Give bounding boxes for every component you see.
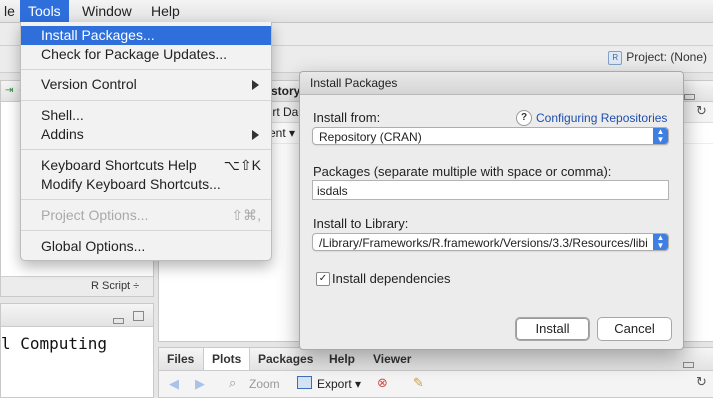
editor-status-bar: R Script ÷ (1, 276, 153, 296)
configuring-repositories-link[interactable]: Configuring Repositories (536, 111, 667, 125)
env-minimize-icon[interactable] (684, 88, 697, 103)
menu-help[interactable]: Help (143, 0, 188, 22)
run-arrow-icon[interactable]: ⇥ (5, 85, 13, 96)
shortcut-label: ⌥⇧K (223, 157, 261, 173)
tab-files[interactable]: Files (159, 348, 202, 370)
files-minimize-icon[interactable] (683, 356, 696, 371)
install-packages-dialog: Install Packages Install from: ? Configu… (299, 71, 684, 350)
menu-separator (21, 100, 271, 101)
zoom-button[interactable]: Zoom (249, 377, 280, 391)
project-label: Project: (None) (626, 50, 707, 64)
packages-label: Packages (separate multiple with space o… (313, 164, 612, 179)
menu-item-addins[interactable]: Addins (21, 125, 271, 144)
console-pane-header (1, 304, 153, 327)
menu-item-modify-shortcuts[interactable]: Modify Keyboard Shortcuts... (21, 175, 271, 194)
clear-plots-icon[interactable]: ✎ (413, 375, 424, 391)
menu-separator (21, 69, 271, 70)
tools-menu: Install Packages... Check for Package Up… (20, 22, 272, 261)
forward-arrow-icon[interactable]: ▶ (195, 376, 205, 392)
console-output: l Computing (1, 334, 107, 353)
zoom-icon[interactable]: ⌕ (229, 375, 236, 391)
install-button[interactable]: Install (515, 317, 590, 341)
files-pane-header: Files Plots Packages Help Viewer (159, 348, 713, 371)
submenu-arrow-icon (252, 80, 259, 90)
back-arrow-icon[interactable]: ◀ (169, 376, 179, 392)
menu-item-version-control[interactable]: Version Control (21, 75, 271, 94)
chevron-updown-icon: ▲ ▼ (653, 128, 668, 144)
menu-item-shell[interactable]: Shell... (21, 106, 271, 125)
install-dependencies-label: Install dependencies (332, 271, 451, 286)
library-value: /Library/Frameworks/R.framework/Versions… (319, 236, 648, 250)
install-from-value: Repository (CRAN) (319, 130, 422, 144)
menu-separator (21, 199, 271, 200)
tab-viewer[interactable]: Viewer (365, 348, 419, 370)
cancel-button[interactable]: Cancel (597, 317, 672, 341)
tab-history[interactable]: story (271, 84, 300, 98)
tab-help[interactable]: Help (321, 348, 363, 370)
packages-input[interactable]: isdals (312, 180, 669, 200)
console-pane: l Computing (0, 303, 154, 398)
project-menu[interactable]: R Project: (None) (608, 50, 707, 65)
menubar: le Tools Window Help (0, 0, 713, 23)
submenu-arrow-icon (252, 130, 259, 140)
install-from-select[interactable]: Repository (CRAN) ▲ ▼ (312, 127, 669, 145)
project-icon: R (608, 50, 623, 65)
plots-toolbar: ◀ ▶ ⌕ Zoom Export ▾ ⊗ ✎ ↻ (159, 371, 713, 397)
plots-refresh-icon[interactable]: ↻ (696, 374, 707, 390)
dialog-title: Install Packages (310, 76, 398, 90)
menu-separator (21, 230, 271, 231)
export-menu[interactable]: Export ▾ (317, 377, 361, 391)
library-select[interactable]: /Library/Frameworks/R.framework/Versions… (312, 233, 669, 251)
console-minimize-icon[interactable] (113, 312, 126, 327)
install-from-label: Install from: (313, 110, 381, 125)
console-maximize-icon[interactable] (133, 309, 144, 324)
script-type-select[interactable]: R Script ÷ (91, 280, 139, 292)
menu-window[interactable]: Window (74, 0, 140, 22)
menu-separator (21, 149, 271, 150)
remove-plot-icon[interactable]: ⊗ (377, 375, 388, 391)
menu-item-check-updates[interactable]: Check for Package Updates... (21, 45, 271, 64)
dialog-titlebar: Install Packages (300, 72, 683, 95)
tab-packages[interactable]: Packages (250, 348, 321, 370)
refresh-icon[interactable]: ↻ (696, 103, 707, 119)
files-pane: Files Plots Packages Help Viewer ◀ ▶ ⌕ Z… (158, 347, 713, 398)
menu-item-keyboard-shortcuts-help[interactable]: Keyboard Shortcuts Help ⌥⇧K (21, 156, 271, 175)
menu-item-global-options[interactable]: Global Options... (21, 237, 271, 256)
tab-plots[interactable]: Plots (203, 348, 251, 370)
shortcut-label: ⇧⌘, (231, 207, 261, 223)
menu-item-project-options: Project Options... ⇧⌘, (41, 207, 261, 223)
menu-tools[interactable]: Tools (20, 0, 69, 22)
menu-item-install-packages[interactable]: Install Packages... (21, 26, 271, 45)
chevron-updown-icon: ▲ ▼ (653, 234, 668, 250)
library-label: Install to Library: (313, 216, 409, 231)
export-icon (297, 376, 312, 389)
help-icon[interactable]: ? (516, 110, 532, 126)
install-dependencies-checkbox[interactable]: ✓ (316, 272, 330, 286)
